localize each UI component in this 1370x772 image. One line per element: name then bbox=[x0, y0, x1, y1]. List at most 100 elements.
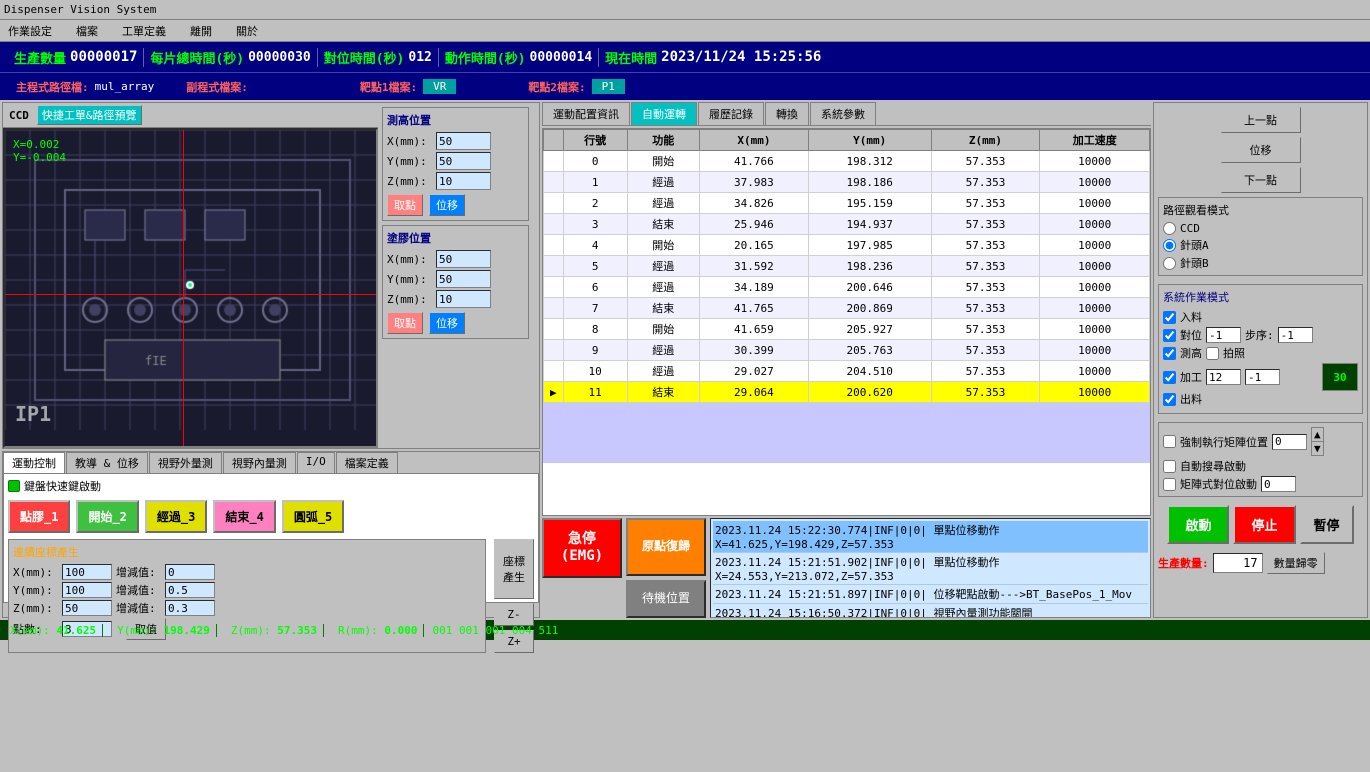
menu-about[interactable]: 關於 bbox=[232, 21, 262, 41]
footer-x: X(mm): 41.625 bbox=[4, 624, 103, 637]
cb-force[interactable] bbox=[1163, 435, 1176, 448]
tab-auto-run[interactable]: 自動運轉 bbox=[631, 102, 697, 125]
restore-btn[interactable]: 原點復歸 bbox=[626, 518, 706, 576]
ccd-preview-btn[interactable]: 快捷工單&路徑預覽 bbox=[37, 105, 142, 125]
cell-x: 41.659 bbox=[699, 319, 808, 340]
menu-settings[interactable]: 作業設定 bbox=[4, 21, 56, 41]
cb-auto-search[interactable] bbox=[1163, 460, 1176, 473]
cell-row: 6 bbox=[563, 277, 627, 298]
emergency-btn[interactable]: 急停(EMG) bbox=[542, 518, 622, 578]
step-input[interactable] bbox=[1278, 327, 1313, 343]
table-row[interactable]: 4開始20.165197.98557.35310000 bbox=[544, 235, 1150, 256]
coord-x-input[interactable] bbox=[62, 564, 112, 580]
coord-x-inc-input[interactable] bbox=[165, 564, 215, 580]
measure-take-btn[interactable]: 取點 bbox=[387, 194, 423, 216]
func-btn-end[interactable]: 結束_4 bbox=[213, 500, 275, 533]
cell-row: 0 bbox=[563, 151, 627, 172]
cb-output[interactable] bbox=[1163, 393, 1176, 406]
dispense-y-input[interactable] bbox=[436, 270, 491, 288]
standby-btn[interactable]: 待機位置 bbox=[626, 580, 706, 618]
pause-btn[interactable]: 暫停 bbox=[1300, 505, 1354, 544]
cb-matrix[interactable] bbox=[1163, 478, 1176, 491]
menu-workorder[interactable]: 工單定義 bbox=[118, 21, 170, 41]
reset-btn[interactable]: 數量歸零 bbox=[1267, 552, 1325, 574]
cell-func: 開始 bbox=[627, 235, 699, 256]
measure-x-input[interactable] bbox=[436, 132, 491, 150]
dispense-take-btn[interactable]: 取點 bbox=[387, 312, 423, 334]
table-row[interactable]: 8開始41.659205.92757.35310000 bbox=[544, 319, 1150, 340]
cb-measure[interactable] bbox=[1163, 347, 1176, 360]
dispense-move-btn[interactable]: 位移 bbox=[429, 312, 465, 334]
radio-needleB[interactable] bbox=[1163, 257, 1176, 270]
tab-convert[interactable]: 轉換 bbox=[765, 102, 809, 125]
move-point-btn[interactable]: 位移 bbox=[1221, 137, 1301, 163]
menu-exit[interactable]: 離開 bbox=[186, 21, 216, 41]
tab-inner-measure[interactable]: 視野內量測 bbox=[223, 452, 296, 473]
prod-value-input[interactable] bbox=[1213, 553, 1263, 573]
cell-row: 8 bbox=[563, 319, 627, 340]
current-time-value: 2023/11/24 15:25:56 bbox=[661, 49, 821, 65]
table-row[interactable]: 0開始41.766198.31257.35310000 bbox=[544, 151, 1150, 172]
table-row[interactable]: 7結束41.765200.86957.35310000 bbox=[544, 298, 1150, 319]
table-row[interactable]: 3結束25.946194.93757.35310000 bbox=[544, 214, 1150, 235]
prev-point-btn[interactable]: 上一點 bbox=[1221, 107, 1301, 133]
process-val2-input[interactable] bbox=[1245, 369, 1280, 385]
tab-motion-info[interactable]: 運動配置資訊 bbox=[542, 102, 630, 125]
force-up-arrow[interactable]: ▲ bbox=[1312, 428, 1323, 442]
next-point-btn[interactable]: 下一點 bbox=[1221, 167, 1301, 193]
tab-file-def[interactable]: 檔案定義 bbox=[336, 452, 398, 473]
radio-needleA[interactable] bbox=[1163, 239, 1176, 252]
force-input[interactable] bbox=[1272, 434, 1307, 450]
tab-outer-measure[interactable]: 視野外量測 bbox=[149, 452, 222, 473]
cb-photo[interactable] bbox=[1206, 347, 1219, 360]
force-down-arrow[interactable]: ▼ bbox=[1312, 442, 1323, 455]
cell-z: 57.353 bbox=[931, 172, 1040, 193]
tab-motion-control[interactable]: 運動控制 bbox=[3, 452, 65, 473]
table-row[interactable]: 6經過34.189200.64657.35310000 bbox=[544, 277, 1150, 298]
measure-z-row: Z(mm): bbox=[387, 172, 524, 190]
cb-input[interactable] bbox=[1163, 311, 1176, 324]
measure-z-input[interactable] bbox=[436, 172, 491, 190]
row-arrow bbox=[544, 214, 564, 235]
tab-sys-params[interactable]: 系統參數 bbox=[810, 102, 876, 125]
tab-io[interactable]: I/O bbox=[297, 452, 335, 473]
coord-y-input[interactable] bbox=[62, 582, 112, 598]
process-val1-input[interactable] bbox=[1206, 369, 1241, 385]
gen-btn[interactable]: 座標 產生 bbox=[494, 539, 534, 599]
table-row[interactable]: 10經過29.027204.51057.35310000 bbox=[544, 361, 1150, 382]
tab-teach[interactable]: 教導 & 位移 bbox=[66, 452, 148, 473]
dispense-x-input[interactable] bbox=[436, 250, 491, 268]
table-row[interactable]: ▶11結束29.064200.62057.35310000 bbox=[544, 382, 1150, 403]
tab-history[interactable]: 履歷記錄 bbox=[698, 102, 764, 125]
align-step-input[interactable] bbox=[1206, 327, 1241, 343]
func-btn-arc[interactable]: 圓弧_5 bbox=[282, 500, 344, 533]
matrix-row: 矩陣式對位啟動 bbox=[1163, 476, 1358, 492]
func-btn-start[interactable]: 開始_2 bbox=[76, 500, 138, 533]
func-btn-dispense[interactable]: 點膠_1 bbox=[8, 500, 70, 533]
row-arrow bbox=[544, 298, 564, 319]
cell-speed: 10000 bbox=[1040, 361, 1150, 382]
title-bar: Dispenser Vision System bbox=[0, 0, 1370, 20]
table-row[interactable]: 2經過34.826195.15957.35310000 bbox=[544, 193, 1150, 214]
table-row[interactable]: 9經過30.399205.76357.35310000 bbox=[544, 340, 1150, 361]
far-right-panel: 上一點 位移 下一點 路徑觀看模式 CCD 針頭A 針頭B bbox=[1153, 102, 1368, 618]
dispense-z-input[interactable] bbox=[436, 290, 491, 308]
measure-y-input[interactable] bbox=[436, 152, 491, 170]
table-row[interactable]: 1經過37.983198.18657.35310000 bbox=[544, 172, 1150, 193]
cb-align[interactable] bbox=[1163, 329, 1176, 342]
table-row[interactable]: 5經過31.592198.23657.35310000 bbox=[544, 256, 1150, 277]
cb-process[interactable] bbox=[1163, 371, 1176, 384]
radio-ccd[interactable] bbox=[1163, 222, 1176, 235]
func-btn-pass[interactable]: 經過_3 bbox=[145, 500, 207, 533]
force-spinner[interactable]: ▲ ▼ bbox=[1311, 427, 1324, 456]
cell-x: 29.027 bbox=[699, 361, 808, 382]
coord-z-input[interactable] bbox=[62, 600, 112, 616]
stop-btn[interactable]: 停止 bbox=[1233, 505, 1295, 544]
coord-z-inc-input[interactable] bbox=[165, 600, 215, 616]
measure-move-btn[interactable]: 位移 bbox=[429, 194, 465, 216]
start-btn[interactable]: 啟動 bbox=[1167, 505, 1229, 544]
menu-file[interactable]: 檔案 bbox=[72, 21, 102, 41]
coord-y-inc-input[interactable] bbox=[165, 582, 215, 598]
matrix-input[interactable] bbox=[1261, 476, 1296, 492]
path-bar: 主程式路徑檔: mul_array 副程式檔案: 靶點1檔案: VR 靶點2檔案… bbox=[0, 72, 1370, 100]
